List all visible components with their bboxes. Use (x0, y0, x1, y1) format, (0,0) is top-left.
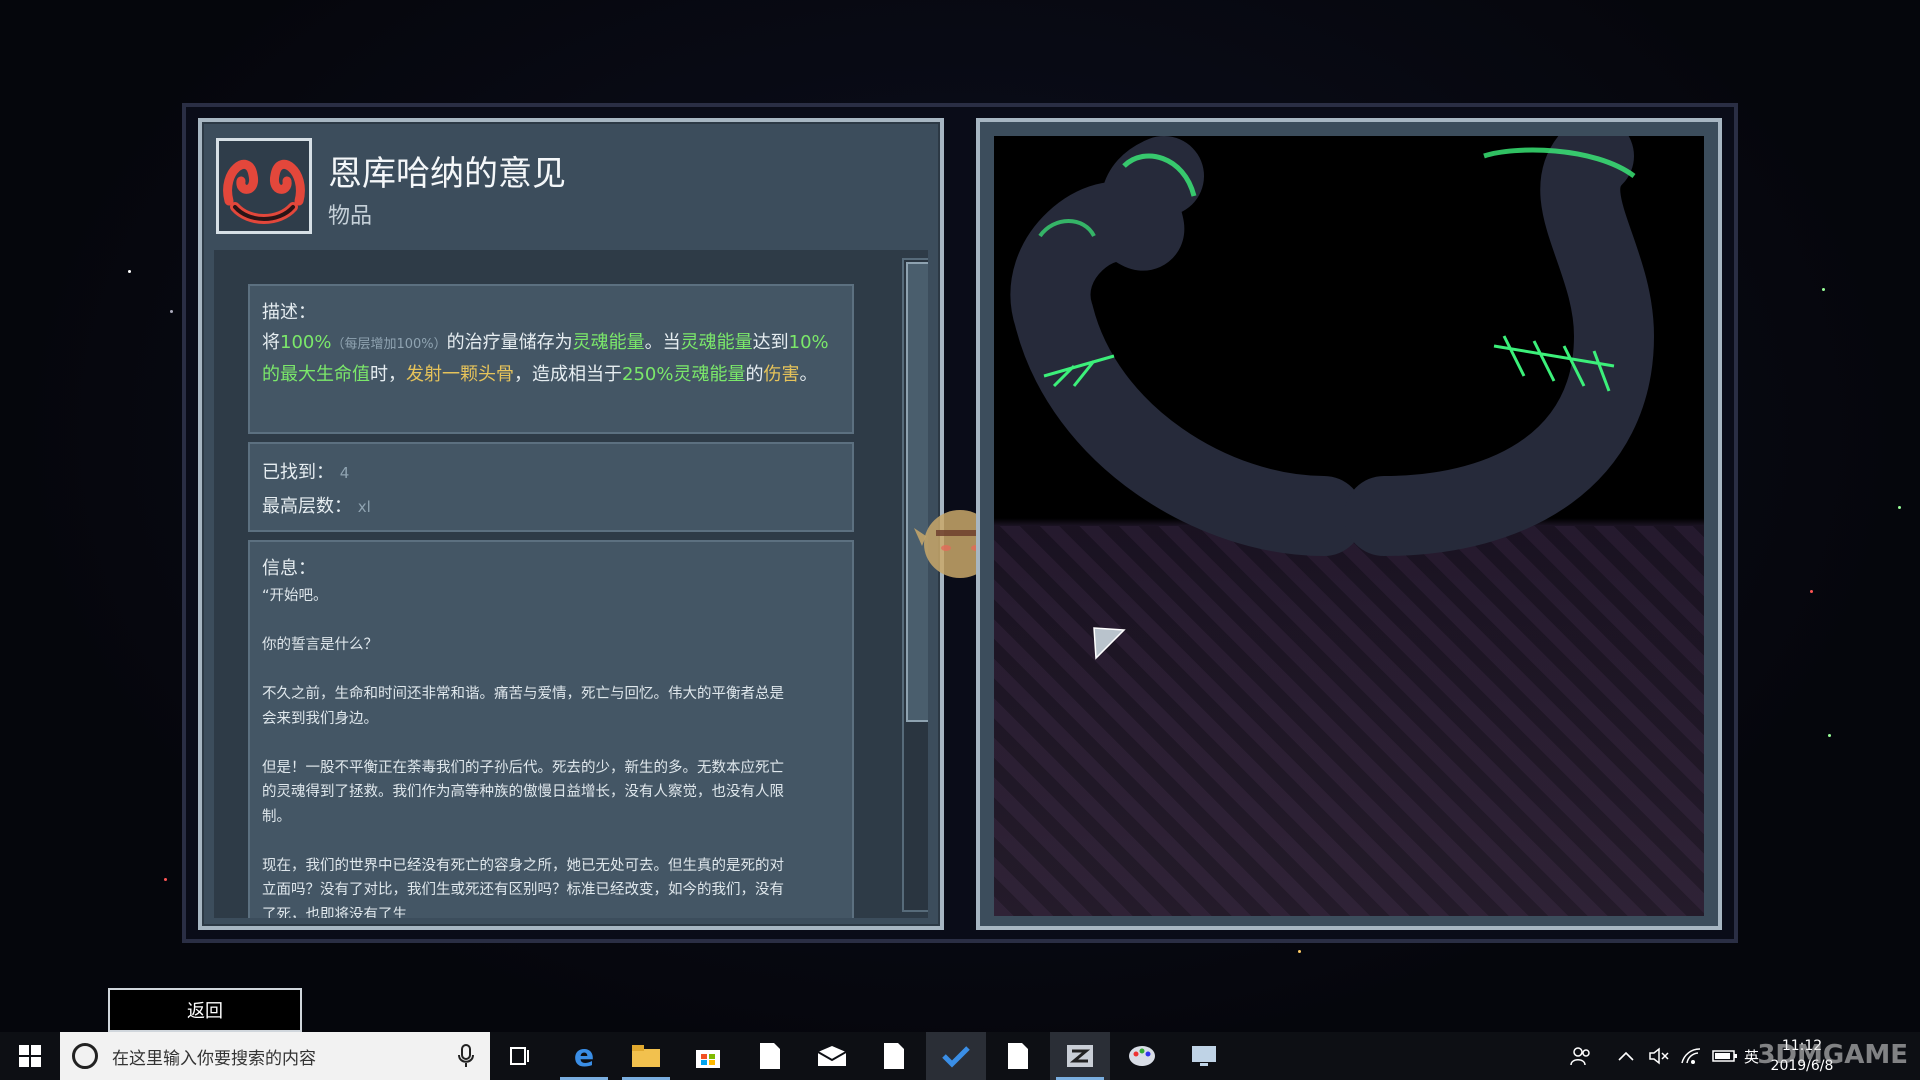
info-section: 信息： “开始吧。 你的誓言是什么？ 不久之前，生命和时间还非常和谐。痛苦与爱情… (248, 540, 854, 918)
star (1828, 734, 1831, 737)
microphone-icon[interactable] (458, 1044, 474, 1068)
game-app-icon (1067, 1045, 1093, 1067)
description-segment: 将 (262, 332, 280, 353)
scrollbar-track[interactable] (902, 258, 928, 912)
cursor-icon (1093, 627, 1126, 660)
description-segment: 。 (799, 364, 818, 385)
item-content-scroll-area[interactable]: 描述： 将100%（每层增加100%）的治疗量储存为灵魂能量。当灵魂能量达到10… (214, 250, 928, 918)
monitor-icon (1192, 1046, 1216, 1066)
taskbar-paint[interactable] (1112, 1032, 1172, 1080)
max-stack-value: xl (357, 498, 371, 516)
windows-logo-icon (19, 1045, 41, 1067)
star (1898, 506, 1901, 509)
wifi-icon[interactable] (1680, 1032, 1702, 1080)
info-lore-text: “开始吧。 你的誓言是什么？ 不久之前，生命和时间还非常和谐。痛苦与爱情，死亡与… (262, 588, 784, 918)
star (128, 270, 131, 273)
3d-model-viewport[interactable] (994, 136, 1704, 916)
taskbar-store[interactable] (678, 1032, 738, 1080)
description-text: 将100%（每层增加100%）的治疗量储存为灵魂能量。当灵魂能量达到10%的最大… (262, 328, 840, 390)
document-icon (760, 1043, 780, 1069)
star (1298, 950, 1301, 953)
star (1810, 590, 1813, 593)
watermark-logo: 3DMGAME (1757, 1040, 1908, 1070)
task-view-button[interactable] (490, 1032, 550, 1080)
description-segment: 。当 (644, 332, 681, 353)
palette-icon (1129, 1046, 1155, 1066)
store-icon (696, 1050, 720, 1068)
taskbar-document-2[interactable] (864, 1032, 924, 1080)
taskbar-edge[interactable]: e (554, 1032, 614, 1080)
start-button[interactable] (0, 1032, 60, 1080)
taskbar-remote-desktop[interactable] (1174, 1032, 1234, 1080)
cortana-icon (72, 1043, 98, 1069)
found-label: 已找到： (262, 462, 334, 483)
people-icon[interactable] (1570, 1032, 1592, 1080)
max-stack-line: 最高层数： xl (262, 490, 840, 524)
star (170, 310, 173, 313)
description-segment: 发射一颗头骨 (406, 364, 514, 385)
max-stack-label: 最高层数： (262, 496, 352, 517)
description-segment: 灵魂能量 (680, 332, 753, 353)
task-view-icon (510, 1047, 529, 1065)
star (164, 878, 167, 881)
taskbar-file-explorer[interactable] (616, 1032, 676, 1080)
description-segment: 灵魂能量 (572, 332, 645, 353)
taskbar-todo[interactable] (926, 1032, 986, 1080)
description-segment: ，造成相当于 (514, 364, 622, 385)
document-icon (884, 1043, 904, 1069)
tentacle-item-icon (223, 159, 305, 224)
chevron-up-icon[interactable] (1618, 1032, 1634, 1080)
description-segment: 达到 (752, 332, 789, 353)
description-segment: 伤害 (763, 364, 800, 385)
found-count-line: 已找到： 4 (262, 456, 840, 490)
description-segment: 时， (370, 364, 406, 385)
description-segment: 的 (745, 364, 764, 385)
back-button[interactable]: 返回 (108, 988, 302, 1032)
document-icon (1008, 1043, 1028, 1069)
description-label: 描述： (262, 302, 316, 323)
taskbar-game[interactable] (1050, 1032, 1110, 1080)
item-detail-panel: 恩库哈纳的意见 物品 描述： 将100%（每层增加100%）的治疗量储存为灵魂能… (198, 118, 944, 930)
search-placeholder: 在这里输入你要搜索的内容 (112, 1048, 316, 1069)
info-label: 信息： (262, 558, 316, 579)
folder-icon (632, 1045, 660, 1067)
taskbar-mail[interactable] (802, 1032, 862, 1080)
description-segment: 的治疗量储存为 (446, 332, 573, 353)
tentacle-model (1010, 136, 1655, 556)
item-title: 恩库哈纳的意见 (328, 154, 566, 194)
taskbar-document-3[interactable] (988, 1032, 1048, 1080)
found-value: 4 (339, 464, 350, 482)
description-section: 描述： 将100%（每层增加100%）的治疗量储存为灵魂能量。当灵魂能量达到10… (248, 284, 854, 434)
taskbar-search-box[interactable]: 在这里输入你要搜索的内容 (60, 1032, 490, 1080)
item-icon (216, 138, 312, 234)
windows-taskbar: 在这里输入你要搜索的内容 e 英 11:12 2019/6/8 3DMGAME (0, 1032, 1920, 1080)
taskbar-document-1[interactable] (740, 1032, 800, 1080)
edge-icon: e (573, 1038, 595, 1074)
description-segment: 100% (280, 332, 332, 353)
volume-muted-icon[interactable] (1648, 1032, 1670, 1080)
item-type: 物品 (328, 204, 373, 229)
battery-icon[interactable] (1712, 1032, 1738, 1080)
mail-icon (818, 1046, 846, 1066)
scrollbar-thumb[interactable] (906, 262, 928, 722)
description-segment: 250%灵魂能量 (622, 364, 746, 385)
description-segment: （每层增加100%） (331, 337, 447, 352)
stats-section: 已找到： 4 最高层数： xl (248, 442, 854, 532)
star (1822, 288, 1825, 291)
model-preview-panel (976, 118, 1722, 930)
checkmark-icon (942, 1046, 970, 1068)
